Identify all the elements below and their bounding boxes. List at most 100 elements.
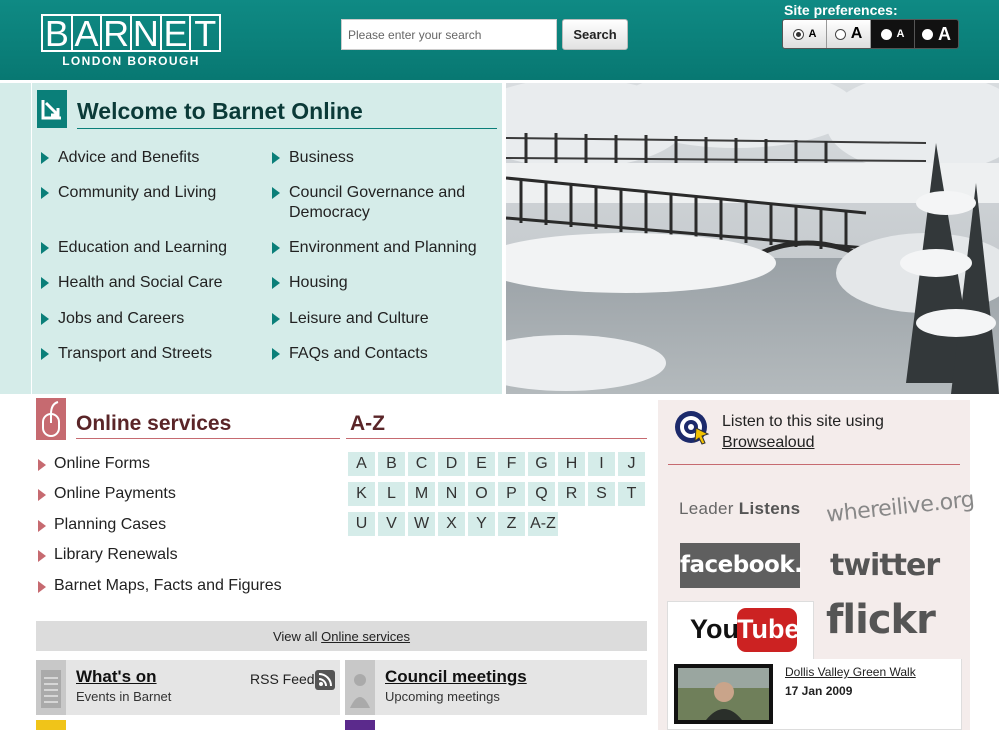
view-all-bar: View all Online services	[36, 621, 647, 651]
left-strip	[0, 83, 31, 394]
rss-icon[interactable]	[315, 670, 335, 690]
logo-letter: E	[159, 16, 190, 52]
az-letter-l[interactable]: L	[378, 482, 405, 506]
facebook-link[interactable]: facebook.	[680, 543, 803, 588]
online-services-title: Online services	[76, 412, 232, 435]
az-letter-q[interactable]: Q	[528, 482, 555, 506]
az-letter-x[interactable]: X	[438, 512, 465, 536]
link-label: Planning Cases	[54, 516, 167, 533]
rss-feed-link[interactable]: RSS Feed	[250, 671, 315, 687]
link-library-renewals[interactable]: Library Renewals	[38, 546, 178, 564]
link-environment-planning[interactable]: Environment and Planning	[272, 238, 477, 258]
arrow-icon	[38, 550, 46, 562]
video-thumbnail[interactable]	[674, 664, 773, 724]
link-label: Leisure and Culture	[289, 310, 429, 327]
logo-letter: R	[100, 16, 130, 52]
az-letter-f[interactable]: F	[498, 452, 525, 476]
az-letter-p[interactable]: P	[498, 482, 525, 506]
link-label: Advice and Benefits	[58, 149, 200, 166]
link-online-forms[interactable]: Online Forms	[38, 455, 151, 473]
browsealoud-link[interactable]: Browsealoud	[722, 434, 815, 451]
youtube-tab[interactable]: You Tube	[667, 601, 814, 667]
twitter-link[interactable]: twitter	[830, 548, 940, 583]
link-label: Online Forms	[54, 455, 151, 472]
barnet-logo[interactable]: BARNET LONDON BOROUGH	[41, 14, 221, 68]
link-faqs-contacts[interactable]: FAQs and Contacts	[272, 344, 428, 364]
pref-large-dark[interactable]: A	[915, 20, 958, 48]
welcome-arrow-icon	[37, 90, 67, 128]
browsealoud-icon[interactable]	[674, 410, 710, 446]
az-letter-b[interactable]: B	[378, 452, 405, 476]
link-transport-streets[interactable]: Transport and Streets	[41, 344, 212, 364]
pref-normal-light[interactable]: A	[783, 20, 827, 48]
arrow-icon	[38, 489, 46, 501]
az-letter-w[interactable]: W	[408, 512, 435, 536]
arrow-icon	[38, 459, 46, 471]
view-all-online-services-link[interactable]: Online services	[321, 629, 410, 644]
az-letter-h[interactable]: H	[558, 452, 585, 476]
video-date: 17 Jan 2009	[785, 684, 853, 698]
az-letter-u[interactable]: U	[348, 512, 375, 536]
link-health-social-care[interactable]: Health and Social Care	[41, 273, 223, 293]
pref-label: A	[850, 25, 863, 42]
pref-label: A	[808, 28, 817, 40]
az-letter-o[interactable]: O	[468, 482, 495, 506]
link-business[interactable]: Business	[272, 148, 354, 168]
az-letter-d[interactable]: D	[438, 452, 465, 476]
search-input[interactable]: Please enter your search	[341, 19, 557, 50]
arrow-icon	[41, 242, 49, 254]
purple-accent-strip	[345, 720, 375, 730]
az-letter-a-z[interactable]: A-Z	[528, 512, 558, 536]
link-online-payments[interactable]: Online Payments	[38, 485, 176, 503]
az-letter-j[interactable]: J	[618, 452, 645, 476]
az-letter-g[interactable]: G	[528, 452, 555, 476]
az-letter-k[interactable]: K	[348, 482, 375, 506]
az-letter-t[interactable]: T	[618, 482, 645, 506]
az-title: A-Z	[350, 412, 385, 435]
az-letter-e[interactable]: E	[468, 452, 495, 476]
link-label: Business	[289, 149, 354, 166]
flickr-link[interactable]: flickr	[826, 597, 936, 643]
youtube-tube-label: Tube	[737, 608, 800, 652]
az-letter-m[interactable]: M	[408, 482, 435, 506]
logo-letter: B	[44, 13, 69, 54]
az-letter-v[interactable]: V	[378, 512, 405, 536]
pref-normal-dark[interactable]: A	[871, 20, 915, 48]
pref-label: A	[896, 28, 905, 40]
az-letter-n[interactable]: N	[438, 482, 465, 506]
whats-on-link[interactable]: What's on	[76, 667, 157, 687]
link-jobs-careers[interactable]: Jobs and Careers	[41, 309, 184, 329]
link-planning-cases[interactable]: Planning Cases	[38, 516, 167, 534]
whereilive-link[interactable]: whereilive.org	[825, 487, 975, 527]
video-title-link[interactable]: Dollis Valley Green Walk	[785, 665, 916, 679]
link-housing[interactable]: Housing	[272, 273, 348, 293]
link-maps-facts-figures[interactable]: Barnet Maps, Facts and Figures	[38, 577, 282, 595]
az-letter-c[interactable]: C	[408, 452, 435, 476]
radio-icon	[922, 28, 933, 40]
az-letter-a[interactable]: A	[348, 452, 375, 476]
pref-large-light[interactable]: A	[827, 20, 871, 48]
az-letter-r[interactable]: R	[558, 482, 585, 506]
arrow-icon	[272, 242, 280, 254]
az-letter-s[interactable]: S	[588, 482, 615, 506]
right-sidebar: Listen to this site using Browsealoud Le…	[658, 400, 975, 730]
link-leisure-culture[interactable]: Leisure and Culture	[272, 309, 429, 329]
az-letter-z[interactable]: Z	[498, 512, 525, 536]
leader-label: Leader	[679, 499, 739, 518]
link-community-living[interactable]: Community and Living	[41, 183, 216, 203]
browsealoud-text: Listen to this site using Browsealoud	[722, 411, 884, 453]
link-education-learning[interactable]: Education and Learning	[41, 238, 227, 258]
council-meetings-link[interactable]: Council meetings	[385, 667, 527, 687]
leader-listens-link[interactable]: Leader Listens	[679, 499, 800, 519]
whats-on-subtitle: Events in Barnet	[76, 689, 172, 704]
listens-label: Listens	[738, 499, 801, 518]
snowy-park-photo	[506, 83, 999, 394]
search-button[interactable]: Search	[562, 19, 628, 50]
az-letter-y[interactable]: Y	[468, 512, 495, 536]
council-meetings-box: Council meetings Upcoming meetings	[345, 660, 647, 715]
link-advice-benefits[interactable]: Advice and Benefits	[41, 148, 200, 168]
arrow-icon	[41, 152, 49, 164]
link-council-governance[interactable]: Council Governance and Democracy	[272, 183, 474, 223]
logo-letter: N	[130, 16, 160, 52]
az-letter-i[interactable]: I	[588, 452, 615, 476]
